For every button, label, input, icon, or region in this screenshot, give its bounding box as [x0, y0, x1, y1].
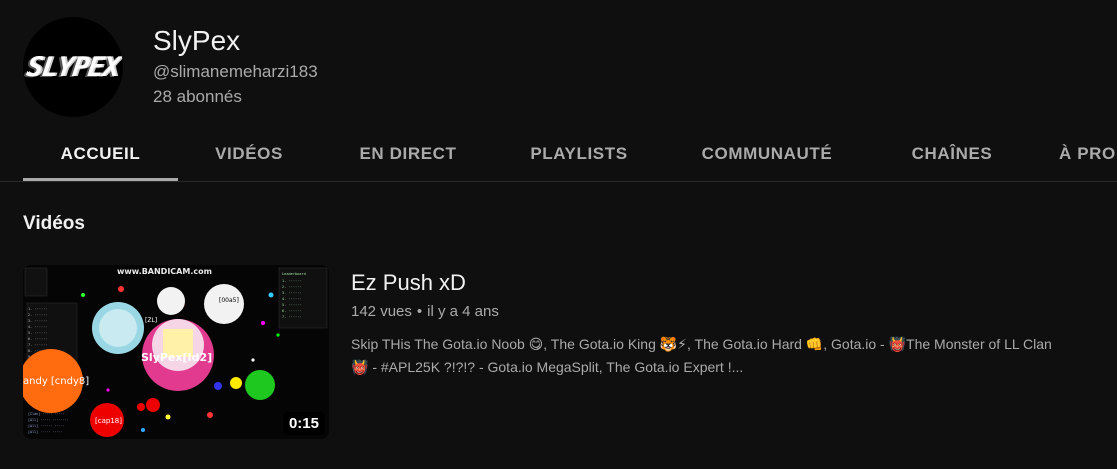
meta-separator: •	[416, 303, 423, 320]
svg-text:[All] ······ ·····: [All] ······ ·····	[28, 424, 65, 428]
channel-handle: @slimanemeharzi183	[153, 62, 318, 81]
description-line-1: Skip THis The Gota.io Noob 😋, The Gota.i…	[351, 336, 1052, 352]
cell-label-cap: [cap18]	[95, 417, 122, 425]
svg-text:5. ······: 5. ······	[282, 303, 301, 307]
upload-age: il y a 4 ans	[427, 303, 499, 320]
svg-text:[All] ····· ·····: [All] ····· ·····	[28, 430, 63, 434]
svg-text:7. ······: 7. ······	[282, 315, 301, 319]
tab-communaute[interactable]: COMMUNAUTÉ	[662, 130, 872, 178]
tab-a-propos[interactable]: À PRO	[1059, 130, 1116, 178]
svg-text:3. ······: 3. ······	[28, 319, 47, 323]
video-duration: 0:15	[282, 412, 325, 435]
svg-text:7. ······: 7. ······	[28, 343, 47, 347]
video-description: Skip THis The Gota.io Noob 😋, The Gota.i…	[351, 333, 1111, 379]
view-count: 142 vues	[351, 303, 412, 320]
tab-videos[interactable]: VIDÉOS	[178, 130, 320, 178]
video-title[interactable]: Ez Push xD	[351, 270, 466, 296]
cell-label-00a5: [00a5]	[219, 297, 239, 304]
svg-text:5. ······: 5. ······	[28, 331, 47, 335]
tab-chaines[interactable]: CHAÎNES	[872, 130, 1032, 178]
tab-en-direct[interactable]: EN DIRECT	[320, 130, 496, 178]
svg-text:6. ······: 6. ······	[282, 309, 301, 313]
svg-text:1. ······: 1. ······	[28, 307, 47, 311]
tab-accueil[interactable]: ACCUEIL	[23, 130, 178, 178]
svg-text:6. ······: 6. ······	[28, 337, 47, 341]
channel-name: SlyPex	[153, 25, 241, 56]
cell-label-zl: [ZL]	[145, 317, 157, 324]
cell-label-slypex: SlyPex[Id2]	[141, 351, 212, 364]
subscriber-count: 28 abonnés	[153, 87, 242, 106]
avatar-logo-text: SLYPEX	[25, 51, 121, 83]
section-title: Vidéos	[23, 213, 85, 234]
svg-text:1. ······: 1. ······	[282, 279, 301, 283]
video-meta: 142 vues • il y a 4 ans	[351, 303, 499, 320]
video-thumbnail[interactable]: 1. ······ 2. ······ 3. ······ 4. ······ 5.…	[23, 265, 329, 439]
tabs-divider	[0, 181, 1117, 182]
svg-text:3. ······: 3. ······	[282, 291, 301, 295]
description-line-2: 👹 - #APL25K ?!?!? - Gota.io MegaSplit, T…	[351, 359, 744, 375]
svg-text:2. ······: 2. ······	[282, 285, 301, 289]
channel-avatar[interactable]: SLYPEX	[23, 17, 123, 117]
svg-text:4. ······: 4. ······	[282, 297, 301, 301]
channel-tabs: ACCUEIL VIDÉOS EN DIRECT PLAYLISTS COMMU…	[23, 130, 1117, 181]
channel-page: SLYPEX SlyPex @slimanemeharzi183 28 abon…	[0, 0, 1117, 469]
svg-text:www.BANDICAM.com: www.BANDICAM.com	[117, 267, 212, 276]
cell-label-andy: andy [cndy8]	[23, 376, 89, 387]
svg-text:Leaderboard: Leaderboard	[282, 272, 306, 276]
svg-text:4. ······: 4. ······	[28, 325, 47, 329]
svg-text:[All] ····· ········: [All] ····· ········	[28, 418, 69, 422]
svg-text:2. ······: 2. ······	[28, 313, 47, 317]
tab-playlists[interactable]: PLAYLISTS	[496, 130, 662, 178]
